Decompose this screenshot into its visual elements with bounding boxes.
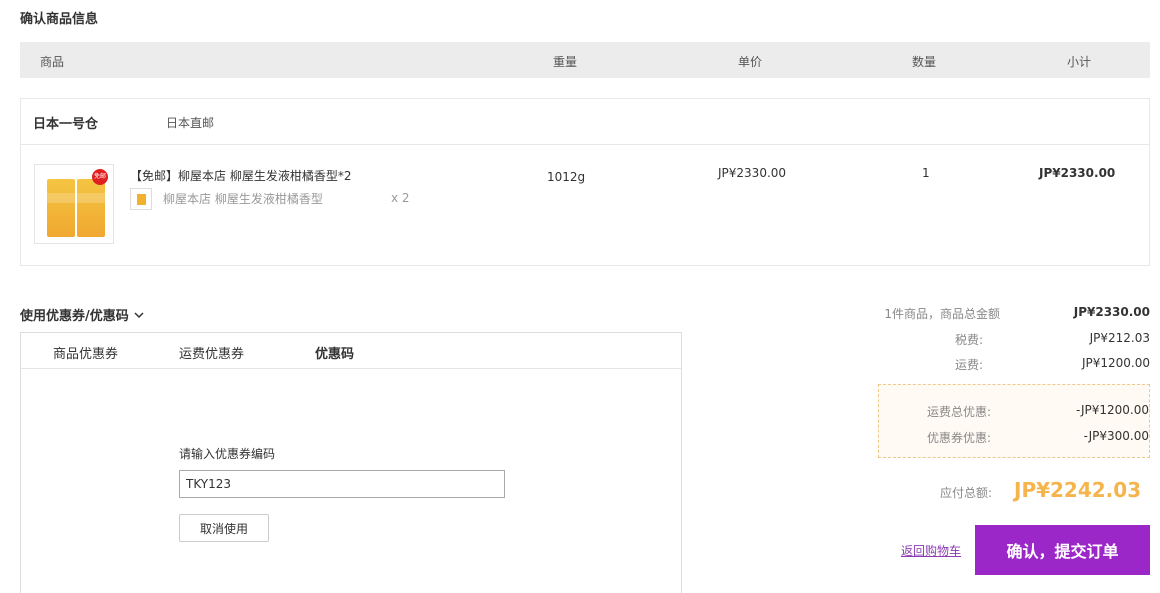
total-label: 应付总额: xyxy=(940,486,993,500)
variant-quantity: x 2 xyxy=(391,191,410,205)
coupon-toggle[interactable]: 使用优惠券/优惠码 xyxy=(20,305,145,324)
product-image[interactable]: 免邮 xyxy=(34,164,114,244)
product-title[interactable]: 【免邮】柳屋本店 柳屋生发液柑橘香型*2 xyxy=(130,167,351,184)
variant-thumbnail xyxy=(130,188,152,210)
shipping-value: JP¥1200.00 xyxy=(1081,356,1150,370)
warehouse-row: 日本一号仓 日本直邮 xyxy=(21,99,1149,145)
column-header-product: 商品 xyxy=(40,55,65,69)
product-bottle-image xyxy=(77,179,105,237)
product-bottle-image xyxy=(47,179,75,237)
tab-shipping-coupon[interactable]: 运费优惠券 xyxy=(179,343,244,362)
product-subtotal: JP¥2330.00 xyxy=(1039,166,1116,180)
warehouse-name: 日本一号仓 xyxy=(33,117,99,132)
product-unit-price: JP¥2330.00 xyxy=(718,166,787,180)
coupon-tabs: 商品优惠券 运费优惠券 优惠码 xyxy=(21,333,681,369)
column-header-unit-price: 单价 xyxy=(738,55,763,69)
tax-label: 税费: xyxy=(954,333,983,347)
tax-value: JP¥212.03 xyxy=(1089,331,1150,345)
free-shipping-badge: 免邮 xyxy=(92,169,108,185)
total-value: JP¥2242.03 xyxy=(1014,478,1142,502)
tab-product-coupon[interactable]: 商品优惠券 xyxy=(53,343,118,362)
column-header-weight: 重量 xyxy=(553,55,578,69)
coupon-toggle-label: 使用优惠券/优惠码 xyxy=(20,309,129,324)
goods-total-value: JP¥2330.00 xyxy=(1073,305,1150,319)
submit-order-button[interactable]: 确认，提交订单 xyxy=(975,525,1150,575)
variant-name: 柳屋本店 柳屋生发液柑橘香型 xyxy=(163,192,323,206)
chevron-down-icon xyxy=(134,311,144,318)
product-quantity: 1 xyxy=(922,166,930,180)
shipping-discount-value: -JP¥1200.00 xyxy=(1075,403,1149,417)
coupon-discount-value: -JP¥300.00 xyxy=(1083,429,1149,443)
order-item-box: 日本一号仓 日本直邮 免邮 【免邮】柳屋本店 柳屋生发液柑橘香型*2 柳屋本店 … xyxy=(20,98,1150,266)
discount-box xyxy=(878,384,1150,458)
product-weight: 1012g xyxy=(547,170,586,184)
back-to-cart-link[interactable]: 返回购物车 xyxy=(901,542,961,559)
shipping-mode: 日本直邮 xyxy=(166,116,215,130)
goods-total-label: 1件商品，商品总金额 xyxy=(884,307,1000,321)
table-header: 商品 重量 单价 数量 小计 xyxy=(20,42,1150,78)
tab-promo-code[interactable]: 优惠码 xyxy=(315,343,354,362)
coupon-code-label: 请输入优惠券编码 xyxy=(179,447,276,461)
column-header-quantity: 数量 xyxy=(912,55,937,69)
page-title: 确认商品信息 xyxy=(20,12,99,27)
coupon-panel: 商品优惠券 运费优惠券 优惠码 请输入优惠券编码 取消使用 xyxy=(20,332,682,593)
column-header-subtotal: 小计 xyxy=(1067,55,1092,69)
shipping-label: 运费: xyxy=(954,358,983,372)
shipping-discount-label: 运费总优惠: xyxy=(926,405,991,419)
coupon-discount-label: 优惠券优惠: xyxy=(926,431,991,445)
coupon-code-input[interactable] xyxy=(179,470,505,498)
cancel-coupon-button[interactable]: 取消使用 xyxy=(179,514,269,542)
